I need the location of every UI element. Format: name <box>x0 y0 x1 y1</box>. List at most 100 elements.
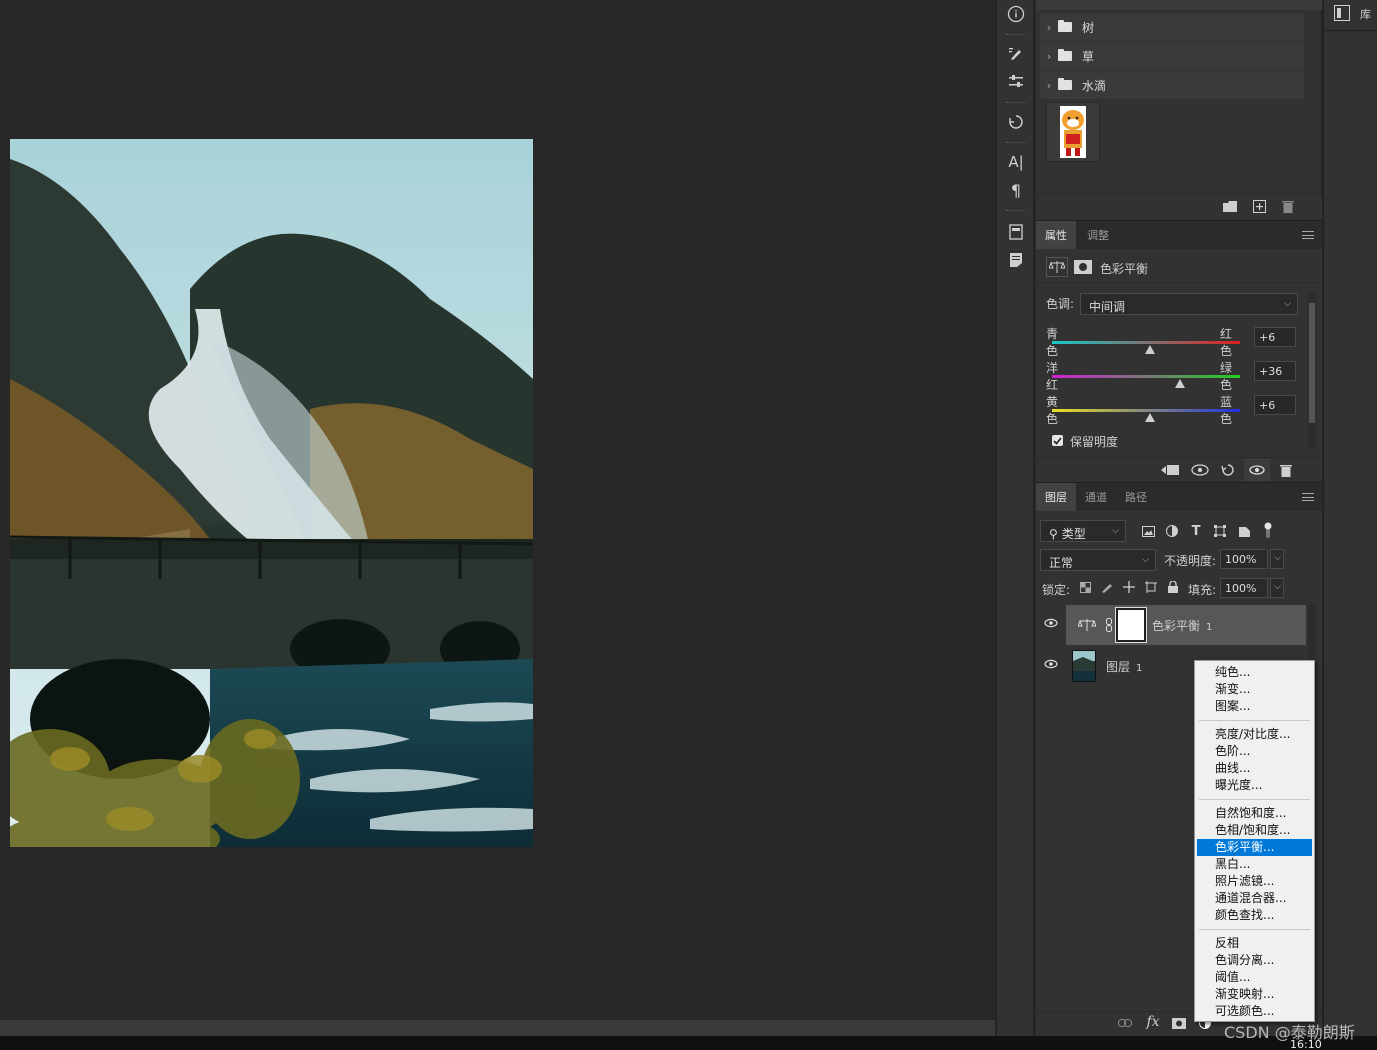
tab-paths[interactable]: 路径 <box>1116 483 1156 511</box>
visibility-eye-icon[interactable] <box>1244 459 1270 481</box>
lock-all-icon[interactable] <box>1166 579 1180 595</box>
slider-value-field[interactable]: +6 <box>1254 327 1296 347</box>
brush-settings-icon[interactable] <box>1003 42 1029 66</box>
lock-label: 锁定: <box>1042 583 1071 597</box>
menu-separator <box>1199 799 1310 800</box>
info-icon[interactable] <box>1003 2 1029 26</box>
panel-icon-strip: A| ¶ <box>996 0 1034 1036</box>
canvas-image-waterfall-bridge[interactable] <box>10 139 533 847</box>
library-asset-thumbnail[interactable] <box>1046 102 1100 162</box>
layer-row-color-balance[interactable]: 色彩平衡 1 <box>1038 605 1306 645</box>
character-icon[interactable]: A| <box>1003 150 1029 174</box>
tab-channels[interactable]: 通道 <box>1076 483 1116 511</box>
trash-icon[interactable] <box>1276 461 1296 479</box>
tab-properties[interactable]: 属性 <box>1036 221 1076 249</box>
view-previous-state-icon[interactable] <box>1190 461 1210 479</box>
adjustment-layer-context-menu: 纯色... 渐变... 图案... 亮度/对比度... 色阶... 曲线... 曝光度...… <box>1194 660 1315 1022</box>
menu-item[interactable]: 黑白... <box>1197 856 1312 873</box>
menu-item[interactable]: 曲线... <box>1197 760 1312 777</box>
menu-item[interactable]: 曝光度... <box>1197 777 1312 794</box>
paragraph-icon[interactable]: ¶ <box>1003 178 1029 202</box>
fill-field[interactable]: 100% <box>1220 578 1268 598</box>
layer-filter-dropdown[interactable]: ⚲ 类型 ⌵ <box>1040 520 1126 542</box>
blend-mode-dropdown[interactable]: 正常 ⌵ <box>1040 549 1156 571</box>
tab-layers[interactable]: 图层 <box>1036 483 1076 511</box>
slider-thumb[interactable] <box>1174 379 1185 388</box>
libraries-label[interactable]: 库 <box>1360 6 1371 22</box>
canvas-horizontal-scrollbar[interactable] <box>0 1020 995 1036</box>
expand-chevron-icon[interactable]: › <box>1040 50 1058 63</box>
filter-adjustment-icon[interactable] <box>1164 523 1180 539</box>
color-slider-track[interactable] <box>1052 375 1240 378</box>
opacity-field[interactable]: 100% <box>1220 549 1268 569</box>
notes-icon[interactable] <box>1003 248 1029 272</box>
lock-transparent-pixels-icon[interactable] <box>1078 579 1092 595</box>
layer-image-thumbnail[interactable] <box>1072 650 1096 682</box>
lock-image-pixels-icon[interactable] <box>1100 579 1114 595</box>
link-chain-icon[interactable] <box>1104 617 1114 633</box>
opacity-dropdown-button[interactable]: ⌵ <box>1270 549 1284 569</box>
visibility-eye-icon[interactable] <box>1044 617 1060 633</box>
layer-group-row[interactable]: › 树 <box>1040 13 1304 41</box>
clip-to-layer-icon[interactable] <box>1160 461 1180 479</box>
lock-position-icon[interactable] <box>1122 579 1136 595</box>
new-item-icon[interactable] <box>1251 198 1267 214</box>
glyphs-icon[interactable] <box>1003 220 1029 244</box>
layer-mask-thumbnail[interactable] <box>1115 607 1147 643</box>
slider-thumb[interactable] <box>1144 413 1155 422</box>
preserve-luminosity-checkbox[interactable] <box>1052 435 1063 446</box>
panel-menu-icon[interactable] <box>1302 493 1314 501</box>
document-canvas[interactable] <box>0 0 978 1020</box>
menu-item[interactable]: 图案... <box>1197 698 1312 715</box>
expand-chevron-icon[interactable]: › <box>1040 21 1058 34</box>
tone-dropdown[interactable]: 中间调 ⌵ <box>1080 293 1298 315</box>
adjustments-sliders-icon[interactable] <box>1003 70 1029 94</box>
tab-adjustments[interactable]: 调整 <box>1078 221 1118 249</box>
menu-item[interactable]: 渐变映射... <box>1197 986 1312 1003</box>
reset-icon[interactable] <box>1218 461 1238 479</box>
panel-menu-icon[interactable] <box>1302 231 1314 239</box>
filter-smart-object-icon[interactable] <box>1236 523 1252 539</box>
layer-group-row[interactable]: › 水滴 <box>1040 71 1304 99</box>
menu-item[interactable]: 色相/饱和度... <box>1197 822 1312 839</box>
search-icon: ⚲ <box>1049 527 1058 541</box>
link-layers-icon[interactable] <box>1116 1015 1134 1031</box>
menu-item[interactable]: 自然饱和度... <box>1197 805 1312 822</box>
libraries-icon[interactable] <box>1332 4 1352 22</box>
filter-shape-icon[interactable] <box>1212 523 1228 539</box>
menu-item[interactable]: 反相 <box>1197 935 1312 952</box>
visibility-eye-icon[interactable] <box>1044 658 1060 674</box>
menu-item[interactable]: 渐变... <box>1197 681 1312 698</box>
history-icon[interactable] <box>1003 110 1029 134</box>
slider-value-field[interactable]: +6 <box>1254 395 1296 415</box>
trash-icon[interactable] <box>1280 198 1296 214</box>
menu-item[interactable]: 可选颜色... <box>1197 1003 1312 1020</box>
menu-item[interactable]: 色调分离... <box>1197 952 1312 969</box>
color-slider-track[interactable] <box>1052 409 1240 412</box>
menu-item[interactable]: 纯色... <box>1197 664 1312 681</box>
layer-mask-icon[interactable] <box>1072 257 1094 277</box>
slider-value-field[interactable]: +36 <box>1254 361 1296 381</box>
filter-pixel-icon[interactable] <box>1140 523 1156 539</box>
menu-item[interactable]: 色彩平衡... <box>1197 839 1312 856</box>
filter-type-icon[interactable]: T <box>1188 523 1204 539</box>
libraries-panel-strip: 库 <box>1323 0 1377 1036</box>
color-slider-track[interactable] <box>1052 341 1240 344</box>
add-mask-icon[interactable] <box>1170 1015 1188 1031</box>
filter-toggle-icon[interactable] <box>1260 521 1276 539</box>
menu-item[interactable]: 阈值... <box>1197 969 1312 986</box>
menu-item[interactable]: 色阶... <box>1197 743 1312 760</box>
menu-item[interactable]: 照片滤镜... <box>1197 873 1312 890</box>
lock-artboard-icon[interactable] <box>1144 579 1158 595</box>
slider-thumb[interactable] <box>1144 345 1155 354</box>
layer-group-row[interactable]: › 草 <box>1040 42 1304 70</box>
menu-item[interactable]: 颜色查找... <box>1197 907 1312 924</box>
fx-icon[interactable]: fx <box>1144 1013 1162 1031</box>
expand-chevron-icon[interactable]: › <box>1040 79 1058 92</box>
properties-scrollbar[interactable] <box>1308 293 1316 449</box>
fill-dropdown-button[interactable]: ⌵ <box>1270 578 1284 598</box>
menu-item[interactable]: 通道混合器... <box>1197 890 1312 907</box>
new-group-icon[interactable] <box>1222 198 1238 214</box>
tone-value: 中间调 <box>1089 300 1126 314</box>
menu-item[interactable]: 亮度/对比度... <box>1197 726 1312 743</box>
